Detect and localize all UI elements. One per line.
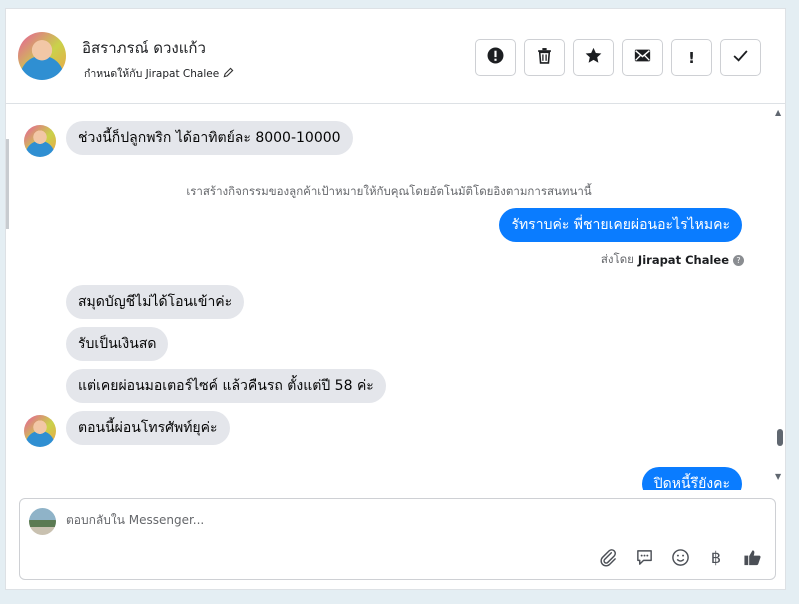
header-actions: !: [475, 39, 761, 76]
outgoing-message[interactable]: รัทราบค่ะ พี่ชายเคยผ่อนอะไรไหมคะ: [499, 208, 742, 242]
spam-button[interactable]: [475, 39, 516, 76]
smiley-icon[interactable]: [669, 546, 691, 568]
pencil-icon[interactable]: [223, 67, 234, 81]
assignment-info[interactable]: กำหนดให้กับ Jirapat Chalee: [84, 65, 234, 82]
delete-button[interactable]: [524, 39, 565, 76]
assigned-label: กำหนดให้กับ Jirapat Chalee: [84, 68, 220, 80]
star-icon: [585, 47, 602, 68]
conversation-header: อิสราภรณ์ ดวงแก้ว กำหนดให้กับ Jirapat Ch…: [6, 9, 785, 104]
conversation-panel: อิสราภรณ์ ดวงแก้ว กำหนดให้กับ Jirapat Ch…: [5, 8, 786, 590]
contact-name[interactable]: อิสราภรณ์ ดวงแก้ว: [82, 36, 206, 60]
contact-avatar-small: [24, 125, 56, 157]
baht-icon[interactable]: ฿: [705, 546, 727, 568]
envelope-icon: [634, 47, 651, 68]
alert-circle-icon: [487, 47, 504, 68]
scroll-up-arrow-icon[interactable]: ▲: [775, 108, 781, 117]
exclamation-icon: !: [688, 48, 695, 67]
scroll-down-arrow-icon[interactable]: ▼: [775, 472, 781, 481]
mark-unread-button[interactable]: [622, 39, 663, 76]
sent-by-prefix: ส่งโดย: [600, 252, 634, 266]
star-button[interactable]: [573, 39, 614, 76]
paperclip-icon[interactable]: [597, 546, 619, 568]
incoming-message[interactable]: แต่เคยผ่อนมอเตอร์ไซค์ แล้วคืนรถ ตั้งแต่ป…: [66, 369, 386, 403]
sent-by-info: ส่งโดย Jirapat Chalee ?: [601, 251, 744, 269]
page-avatar: [29, 508, 56, 535]
check-icon: [732, 47, 749, 68]
contact-avatar[interactable]: [18, 32, 66, 80]
incoming-message[interactable]: รับเป็นเงินสด: [66, 327, 169, 361]
speech-bubble-icon[interactable]: [633, 546, 655, 568]
flag-button[interactable]: !: [671, 39, 712, 76]
sent-by-name: Jirapat Chalee: [637, 253, 729, 267]
incoming-message[interactable]: ช่วงนี้ก็ปลูกพริก ได้อาทิตย์ละ 8000-1000…: [66, 121, 353, 155]
contact-avatar-small: [24, 415, 56, 447]
trash-icon: [536, 47, 553, 68]
outgoing-message[interactable]: ปิดหนี้รึยังคะ: [641, 467, 742, 490]
composer-tools: ฿: [597, 546, 763, 568]
reply-composer: ฿: [19, 498, 776, 580]
incoming-message[interactable]: ตอนนี้ผ่อนโทรศัพท์ยุค่ะ: [66, 411, 230, 445]
info-icon[interactable]: ?: [733, 254, 744, 266]
system-note: เราสร้างกิจกรรมของลูกค้าเป้าหมายให้กับคุ…: [186, 184, 592, 198]
incoming-message[interactable]: สมุดบัญชีไม่ได้โอนเข้าค่ะ: [66, 285, 245, 319]
thumbs-up-icon[interactable]: [741, 546, 763, 568]
scrollbar-thumb[interactable]: [777, 429, 783, 446]
reply-input[interactable]: [66, 513, 666, 527]
message-list[interactable]: ช่วงนี้ก็ปลูกพริก ได้อาทิตย์ละ 8000-1000…: [6, 105, 772, 490]
mark-done-button[interactable]: [720, 39, 761, 76]
